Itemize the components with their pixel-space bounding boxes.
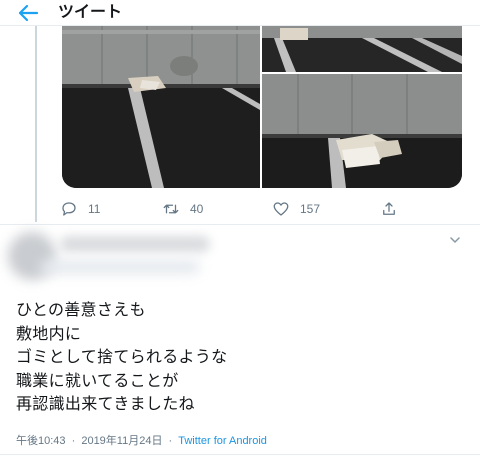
tweet-actions: 11 40 157: [0, 198, 480, 220]
photo-3[interactable]: [262, 74, 462, 188]
share-icon: [383, 202, 395, 215]
tweet-line: 再認識出来てきましたね: [16, 394, 195, 413]
top-bar: ツイート: [0, 0, 480, 26]
tweet-meta: 午後10:43 · 2019年11月24日 · Twitter for Andr…: [16, 432, 267, 448]
page-title: ツイート: [58, 4, 123, 21]
retweet-count: 40: [190, 202, 204, 216]
reply-count: 11: [88, 202, 101, 216]
reply-icon: [62, 202, 76, 216]
photo-1[interactable]: [62, 26, 260, 188]
tweet-divider: [0, 224, 480, 225]
meta-separator: ·: [168, 435, 173, 447]
photo-2[interactable]: [262, 26, 462, 72]
tweet-line: ひとの善意さえも: [16, 300, 146, 319]
media-grid: [62, 26, 462, 188]
retweet-button[interactable]: 40: [162, 198, 203, 220]
author-info-blurred: [0, 226, 230, 286]
author-name-blurred: [60, 236, 210, 252]
reply-button[interactable]: 11: [60, 198, 100, 220]
retweet-icon: [163, 204, 179, 214]
tweet-line: 敷地内に: [16, 323, 82, 343]
share-button[interactable]: [380, 198, 398, 220]
heart-icon: [273, 202, 289, 216]
like-button[interactable]: 157: [272, 198, 320, 220]
tweet-time[interactable]: 午後10:43: [16, 435, 66, 447]
bottom-divider: [0, 454, 480, 455]
thread-connector-line: [35, 26, 37, 222]
like-count: 157: [300, 202, 321, 216]
tweet-line: 職業に就いてることが: [16, 370, 179, 390]
tweet-menu-button[interactable]: [447, 232, 463, 248]
meta-separator: ·: [71, 435, 76, 447]
tweet-line: ゴミとして捨てられるような: [16, 347, 228, 366]
chevron-down-icon: [450, 237, 460, 243]
author-handle-blurred: [40, 260, 200, 274]
back-button[interactable]: [18, 3, 40, 23]
tweet-date[interactable]: 2019年11月24日: [81, 435, 162, 447]
arrow-left-icon: [18, 4, 39, 22]
tweet-source-link[interactable]: Twitter for Android: [178, 435, 267, 447]
tweet-text: ひとの善意さえも 敷地内に ゴミとして捨てられるような 職業に就いてることが 再…: [16, 298, 227, 416]
